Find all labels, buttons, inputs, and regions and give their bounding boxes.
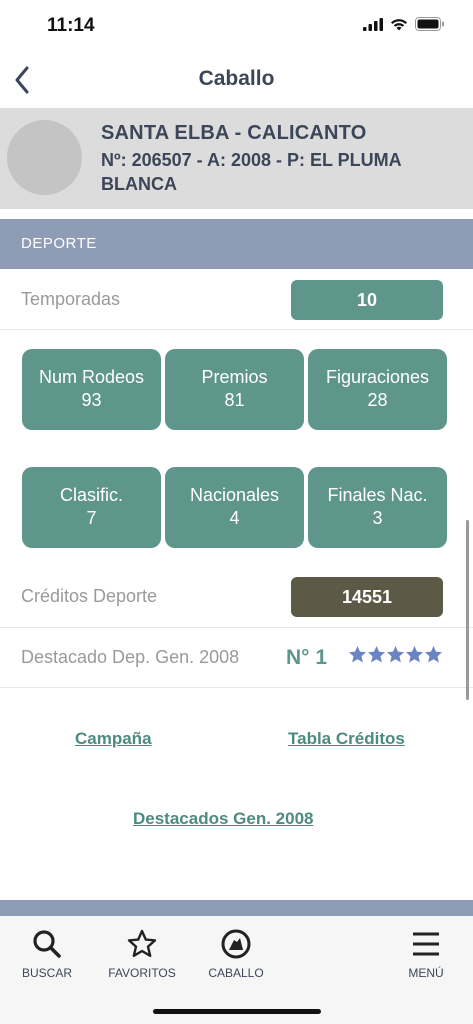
stat-card-figuraciones[interactable]: Figuraciones 28 <box>308 349 447 430</box>
rating-stars <box>348 645 443 664</box>
stat-value: 3 <box>372 508 383 528</box>
signal-icon <box>363 17 383 31</box>
stat-label: Figuraciones <box>325 367 430 387</box>
campana-link[interactable]: Campaña <box>75 729 152 749</box>
star-outline-icon <box>127 929 157 957</box>
star-icon <box>405 645 424 663</box>
stat-value: 28 <box>367 390 388 410</box>
stat-card-premios[interactable]: Premios 81 <box>165 349 304 430</box>
star-icon <box>386 645 405 663</box>
menu-icon <box>413 932 439 956</box>
horse-name: SANTA ELBA - CALICANTO <box>101 122 367 144</box>
wifi-icon <box>391 18 407 30</box>
stat-card-clasific[interactable]: Clasific. 7 <box>22 467 161 548</box>
stat-card-finales-nac[interactable]: Finales Nac. 3 <box>308 467 447 548</box>
status-time: 11:14 <box>47 15 95 36</box>
divider <box>0 687 473 688</box>
tab-caballo[interactable]: CABALLO <box>191 926 281 980</box>
horse-icon <box>221 929 251 959</box>
temporadas-label: Temporadas <box>21 289 121 309</box>
search-icon <box>33 930 61 958</box>
star-icon <box>424 645 443 663</box>
divider <box>0 627 473 628</box>
tab-label: FAVORITOS <box>108 966 176 980</box>
tab-bar: BUSCAR FAVORITOS CABALLO MENÚ <box>0 916 473 1024</box>
tabla-creditos-link[interactable]: Tabla Créditos <box>288 729 405 749</box>
stat-value: 7 <box>86 508 97 528</box>
destacados-gen-link[interactable]: Destacados Gen. 2008 <box>133 809 313 829</box>
section-title: DEPORTE <box>21 235 97 252</box>
stat-value: 81 <box>224 390 245 410</box>
home-indicator[interactable] <box>153 1009 321 1014</box>
stat-label: Nacionales <box>189 485 280 505</box>
tab-label: BUSCAR <box>21 966 72 980</box>
battery-icon <box>415 17 444 31</box>
destacado-label: Destacado Dep. Gen. 2008 <box>21 647 240 667</box>
horse-details: Nº: 206507 - A: 2008 - P: EL PLUMA BLANC… <box>101 150 401 194</box>
temporadas-value: 10 <box>291 280 443 320</box>
creditos-label: Créditos Deporte <box>21 586 158 606</box>
stat-label: Premios <box>201 367 268 387</box>
star-icon <box>348 645 367 663</box>
avatar <box>7 120 82 195</box>
tab-menu[interactable]: MENÚ <box>381 926 471 980</box>
tab-favoritos[interactable]: FAVORITOS <box>97 926 187 980</box>
scrollbar[interactable] <box>466 520 469 700</box>
section-header: DEPORTE <box>0 219 473 269</box>
stat-label: Num Rodeos <box>38 367 145 387</box>
stat-value: 93 <box>81 390 102 410</box>
stat-card-nacionales[interactable]: Nacionales 4 <box>165 467 304 548</box>
stat-card-num-rodeos[interactable]: Num Rodeos 93 <box>22 349 161 430</box>
tab-buscar[interactable]: BUSCAR <box>2 926 92 980</box>
horse-header: SANTA ELBA - CALICANTO Nº: 206507 - A: 2… <box>0 108 473 209</box>
destacado-rank: N° 1 <box>286 646 328 669</box>
bottom-strip <box>0 900 473 916</box>
tab-label: MENÚ <box>408 966 444 980</box>
stat-label: Clasific. <box>59 485 123 505</box>
creditos-value: 14551 <box>291 577 443 617</box>
divider <box>0 329 473 330</box>
tab-label: CABALLO <box>208 966 264 980</box>
nav-bar: Caballo <box>0 52 473 108</box>
status-icons <box>363 17 445 31</box>
stat-label: Finales Nac. <box>327 485 428 505</box>
page-title: Caballo <box>198 67 275 90</box>
stat-value: 4 <box>229 508 240 528</box>
star-icon <box>367 645 386 663</box>
status-bar: 11:14 <box>0 0 473 52</box>
